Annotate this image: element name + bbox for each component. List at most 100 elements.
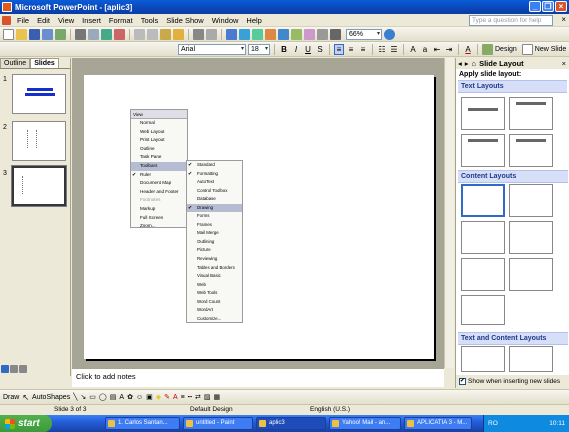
undo-icon[interactable]	[193, 28, 204, 40]
insert-wordart-icon[interactable]	[265, 28, 276, 40]
align-center-button[interactable]: ≡	[346, 45, 356, 54]
help-icon[interactable]	[384, 28, 395, 40]
menu-format[interactable]: Format	[105, 16, 137, 25]
forward-icon[interactable]: ▸	[465, 59, 469, 68]
show-formatting-icon[interactable]	[304, 28, 315, 40]
close-button[interactable]: ×	[555, 1, 567, 12]
menu-insert[interactable]: Insert	[78, 16, 105, 25]
slide-thumbnail-3[interactable]	[11, 165, 67, 207]
select-objects-icon[interactable]: ↖	[22, 393, 29, 402]
slide-thumbnail-1[interactable]	[12, 74, 66, 114]
shadow-style-icon[interactable]: ▨	[204, 393, 211, 401]
diagram-icon[interactable]: ✿	[127, 393, 133, 401]
fill-color-icon[interactable]: ◈	[156, 393, 161, 401]
insert-table-icon[interactable]	[239, 28, 250, 40]
font-color-icon[interactable]: A	[173, 394, 178, 401]
start-button[interactable]: start	[0, 415, 52, 432]
email-icon[interactable]	[55, 28, 66, 40]
new-slide-button[interactable]: New Slide	[535, 46, 567, 53]
vertical-scrollbar[interactable]	[444, 58, 454, 368]
redo-icon[interactable]	[206, 28, 217, 40]
decrease-font-button[interactable]: a	[420, 45, 430, 54]
zoom-select[interactable]: 66%	[346, 28, 382, 40]
permission-icon[interactable]	[42, 28, 53, 40]
menu-tools[interactable]: Tools	[137, 16, 163, 25]
oval-icon[interactable]: ◯	[99, 393, 107, 401]
grid-icon[interactable]	[317, 28, 328, 40]
layout-title-slide[interactable]	[461, 97, 505, 130]
insert-diagram-icon[interactable]	[278, 28, 289, 40]
arrow-style-icon[interactable]: ⇄	[195, 393, 201, 401]
layout-title-only[interactable]	[509, 97, 553, 130]
layout-title-content[interactable]	[461, 221, 505, 254]
layout-two-content[interactable]	[509, 221, 553, 254]
bold-button[interactable]: B	[279, 45, 289, 54]
research-icon[interactable]	[114, 28, 125, 40]
clipart-icon[interactable]: ☺	[136, 394, 143, 401]
layout-title-text-content[interactable]	[461, 346, 505, 372]
menu-help[interactable]: Help	[242, 16, 265, 25]
taskbar-item-yahoo[interactable]: Yahoo! Mail - an...	[329, 417, 401, 430]
menu-view[interactable]: View	[54, 16, 78, 25]
numbering-button[interactable]: ☷	[377, 45, 387, 54]
show-when-inserting-checkbox[interactable]: ✔	[459, 378, 466, 385]
taskbar-item-aplicatia[interactable]: APLICATIA 3 - M...	[404, 417, 472, 430]
taskbar-item-carlos[interactable]: 1. Carlos Santan...	[105, 417, 180, 430]
menu-window[interactable]: Window	[208, 16, 243, 25]
color-grayscale-icon[interactable]	[330, 28, 341, 40]
copy-icon[interactable]	[147, 28, 158, 40]
help-question-input[interactable]: Type a question for help	[469, 15, 553, 26]
doc-close-icon[interactable]: ×	[561, 15, 566, 24]
slide-sorter-icon[interactable]	[10, 365, 18, 373]
save-icon[interactable]	[29, 28, 40, 40]
design-button[interactable]: Design	[495, 46, 517, 53]
print-preview-icon[interactable]	[88, 28, 99, 40]
taskbar-item-paint[interactable]: untitled - Paint	[183, 417, 253, 430]
dash-style-icon[interactable]: ┅	[188, 393, 192, 401]
expand-all-icon[interactable]	[291, 28, 302, 40]
menu-file[interactable]: File	[13, 16, 33, 25]
task-pane-close-icon[interactable]: ×	[562, 59, 566, 68]
insert-chart-icon[interactable]	[226, 28, 237, 40]
cut-icon[interactable]	[134, 28, 145, 40]
back-icon[interactable]: ◂	[458, 59, 462, 68]
shadow-button[interactable]: S	[315, 45, 325, 54]
font-size-select[interactable]: 18	[248, 43, 270, 55]
underline-button[interactable]: U	[303, 45, 313, 54]
minimize-button[interactable]: _	[529, 1, 541, 12]
increase-font-button[interactable]: A	[408, 45, 418, 54]
slide-thumbnail-2[interactable]	[12, 121, 66, 161]
format-painter-icon[interactable]	[173, 28, 184, 40]
italic-button[interactable]: I	[291, 45, 301, 54]
tables-borders-icon[interactable]	[252, 28, 263, 40]
font-color-button[interactable]: A	[463, 45, 473, 54]
line-icon[interactable]: ╲	[73, 393, 77, 401]
rectangle-icon[interactable]: ▭	[89, 393, 96, 401]
home-icon[interactable]: ⌂	[472, 59, 477, 68]
picture-icon[interactable]: ▣	[146, 393, 153, 401]
font-select[interactable]: Arial	[178, 43, 246, 55]
menu-edit[interactable]: Edit	[33, 16, 54, 25]
layout-title-text[interactable]	[461, 134, 505, 167]
notes-pane[interactable]: Click to add notes	[72, 368, 444, 387]
slideshow-icon[interactable]	[19, 365, 27, 373]
textbox-icon[interactable]: ▤	[110, 393, 117, 401]
layout-four-content[interactable]	[509, 258, 553, 291]
new-icon[interactable]	[3, 28, 14, 40]
spelling-icon[interactable]	[101, 28, 112, 40]
layout-title-four-content[interactable]	[461, 295, 505, 325]
layout-title-content-text[interactable]	[509, 346, 553, 372]
tab-outline[interactable]: Outline	[0, 58, 31, 68]
print-icon[interactable]	[75, 28, 86, 40]
layout-two-columns[interactable]	[509, 134, 553, 167]
tab-slides[interactable]: Slides	[30, 58, 59, 68]
bullets-button[interactable]: ☰	[389, 45, 399, 54]
autoshapes-menu[interactable]: AutoShapes	[32, 394, 70, 401]
line-color-icon[interactable]: ✎	[164, 393, 170, 401]
arrow-icon[interactable]: ↘	[80, 393, 86, 401]
draw-menu[interactable]: Draw	[3, 394, 19, 401]
layout-content[interactable]	[509, 184, 553, 217]
wordart-icon[interactable]: A	[119, 394, 124, 401]
normal-view-icon[interactable]	[1, 365, 9, 373]
menu-slide-show[interactable]: Slide Show	[162, 16, 208, 25]
